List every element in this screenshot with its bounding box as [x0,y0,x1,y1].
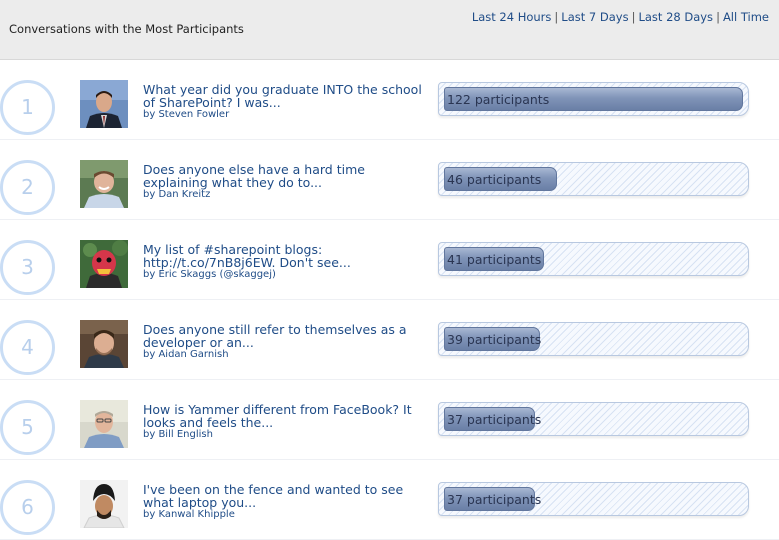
panel-title: Conversations with the Most Participants [9,22,244,36]
conversation-author: by Eric Skaggs (@skaggej) [143,269,276,280]
timeframe-separator: | [554,10,559,24]
rank-badge: 5 [0,400,55,455]
conversation-list: 1 What year did you graduate INTO the sc… [0,60,779,540]
timeframe-last-24-hours-link[interactable]: Last 24 Hours [472,10,552,24]
participants-label: 41 participants [447,252,542,267]
conversation-author: by Bill English [143,429,213,440]
avatar[interactable] [80,80,128,128]
timeframe-all-time-link[interactable]: All Time [723,10,769,24]
avatar-photo [80,400,128,448]
conversation-title-link[interactable]: What year did you graduate INTO the scho… [143,83,423,109]
conversation-text: My list of #sharepoint blogs: http://t.c… [143,243,423,281]
panel-header: Conversations with the Most Participants… [0,0,779,60]
conversation-title-link[interactable]: How is Yammer different from FaceBook? I… [143,403,423,429]
conversation-text: What year did you graduate INTO the scho… [143,83,423,121]
conversation-author: by Steven Fowler [143,109,230,120]
avatar-photo [80,80,128,128]
conversation-title-link[interactable]: I've been on the fence and wanted to see… [143,483,423,509]
conversation-row: 3 My list of #sharepoint blogs: http://t… [0,220,779,300]
avatar-photo [80,160,128,208]
timeframe-selector: Last 24 Hours | Last 7 Days | Last 28 Days | A… [472,10,769,24]
conversation-row: 4 Does anyone still refer to themselves … [0,300,779,380]
avatar[interactable] [80,400,128,448]
conversation-text: Does anyone else have a hard time explai… [143,163,423,201]
rank-badge: 1 [0,80,55,135]
timeframe-last-7-days-link[interactable]: Last 7 Days [561,10,628,24]
participants-bar: 37 participants [438,482,749,516]
participants-label: 46 participants [447,172,542,187]
conversation-author: by Aidan Garnish [143,349,229,360]
participants-label: 122 participants [447,92,550,107]
timeframe-separator: | [716,10,720,24]
conversation-row: 5 How is Yammer different from FaceBook?… [0,380,779,460]
conversation-text: How is Yammer different from FaceBook? I… [143,403,423,441]
conversation-text: Does anyone still refer to themselves as… [143,323,423,361]
participants-bar: 39 participants [438,322,749,356]
conversation-row: 2 Does anyone else have a hard time expl… [0,140,779,220]
timeframe-last-28-days-link[interactable]: Last 28 Days [638,10,713,24]
participants-label: 37 participants [447,492,542,507]
participants-bar: 122 participants [438,82,749,116]
participants-bar: 37 participants [438,402,749,436]
participants-bar: 41 participants [438,242,749,276]
conversation-author: by Kanwal Khipple [143,509,235,520]
conversation-title-link[interactable]: My list of #sharepoint blogs: http://t.c… [143,243,423,269]
avatar-photo [80,480,128,528]
avatar[interactable] [80,320,128,368]
participants-label: 37 participants [447,412,542,427]
conversation-text: I've been on the fence and wanted to see… [143,483,423,521]
participants-bar: 46 participants [438,162,749,196]
rank-badge: 3 [0,240,55,295]
conversation-author: by Dan Kreitz [143,189,211,200]
conversation-title-link[interactable]: Does anyone else have a hard time explai… [143,163,423,189]
avatar[interactable] [80,240,128,288]
rank-badge: 2 [0,160,55,215]
rank-badge: 4 [0,320,55,375]
conversation-row: 6 I've been on the fence and wanted to s… [0,460,779,540]
timeframe-separator: | [631,10,636,24]
conversation-title-link[interactable]: Does anyone still refer to themselves as… [143,323,423,349]
avatar-photo [80,240,128,288]
conversation-row: 1 What year did you graduate INTO the sc… [0,60,779,140]
participants-label: 39 participants [447,332,542,347]
avatar-photo [80,320,128,368]
avatar[interactable] [80,480,128,528]
avatar[interactable] [80,160,128,208]
rank-badge: 6 [0,480,55,535]
